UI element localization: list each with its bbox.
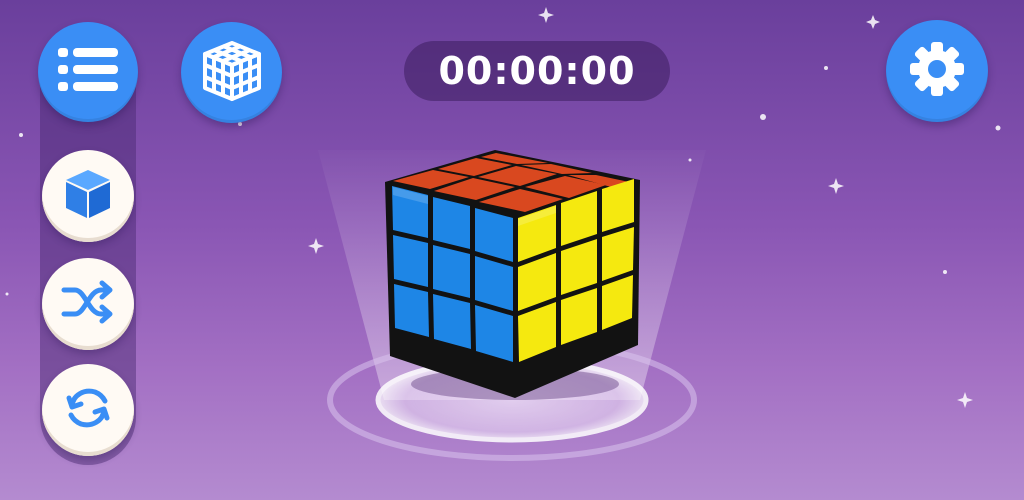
shuffle-button[interactable] <box>42 258 134 350</box>
dot <box>5 292 9 296</box>
star <box>828 178 844 194</box>
shuffle-icon <box>61 280 115 328</box>
cube-mode-button[interactable] <box>42 150 134 242</box>
settings-button[interactable] <box>886 20 988 122</box>
star <box>866 15 880 29</box>
game-stage: 00:00:00 <box>0 0 1024 500</box>
star <box>308 238 324 254</box>
cube-grid-icon <box>199 38 265 108</box>
star <box>957 392 973 408</box>
dot <box>760 114 766 120</box>
dot <box>19 133 23 137</box>
timer-display: 00:00:00 <box>404 41 670 101</box>
menu-button[interactable] <box>38 22 138 122</box>
star <box>538 7 554 23</box>
dot <box>824 66 828 70</box>
dot <box>943 270 947 274</box>
refresh-icon <box>62 382 114 438</box>
cube-view-button[interactable] <box>181 22 282 123</box>
gear-icon <box>908 40 966 102</box>
cube-icon <box>63 168 113 224</box>
list-icon <box>58 46 118 98</box>
dot <box>238 122 242 126</box>
reset-button[interactable] <box>42 364 134 456</box>
dot <box>995 125 1001 131</box>
